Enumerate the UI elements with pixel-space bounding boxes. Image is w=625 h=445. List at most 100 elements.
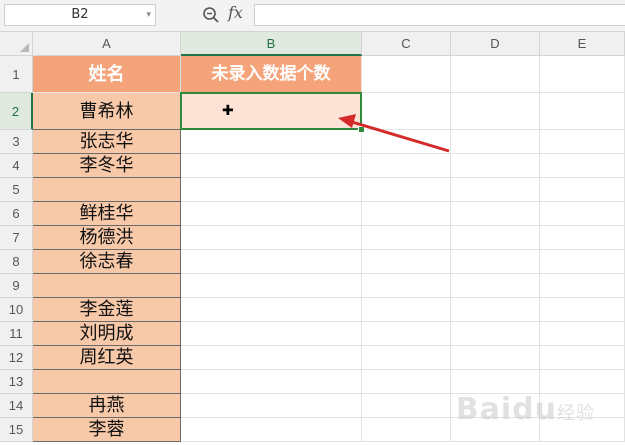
cell-d1[interactable] [451,56,540,93]
cell-a9[interactable] [33,274,181,298]
cell-c9[interactable] [362,274,451,298]
cell-a5[interactable] [33,178,181,202]
cell-d10[interactable] [451,298,540,322]
cell-a4[interactable]: 李冬华 [33,154,181,178]
cell-b10[interactable] [181,298,362,322]
cell-c14[interactable] [362,394,451,418]
cell-a12[interactable]: 周红英 [33,346,181,370]
cell-c10[interactable] [362,298,451,322]
row-header-11[interactable]: 11 [0,322,33,346]
cell-c6[interactable] [362,202,451,226]
row-header-2[interactable]: 2 [0,93,33,130]
cell-c15[interactable] [362,418,451,442]
cell-d8[interactable] [451,250,540,274]
cell-a7[interactable]: 杨德洪 [33,226,181,250]
cell-e10[interactable] [540,298,625,322]
cell-b4[interactable] [181,154,362,178]
row-header-12[interactable]: 12 [0,346,33,370]
row-header-3[interactable]: 3 [0,130,33,154]
row-header-4[interactable]: 4 [0,154,33,178]
column-header-a[interactable]: A [33,32,181,56]
cell-b13[interactable] [181,370,362,394]
row-header-9[interactable]: 9 [0,274,33,298]
cell-e12[interactable] [540,346,625,370]
watermark: Baidu经验 [455,392,595,427]
cell-a15[interactable]: 李蓉 [33,418,181,442]
row-header-13[interactable]: 13 [0,370,33,394]
cell-c1[interactable] [362,56,451,93]
cell-d2[interactable] [451,93,540,130]
cell-c11[interactable] [362,322,451,346]
row-header-10[interactable]: 10 [0,298,33,322]
cell-d7[interactable] [451,226,540,250]
cell-c5[interactable] [362,178,451,202]
cell-b6[interactable] [181,202,362,226]
cell-a11[interactable]: 刘明成 [33,322,181,346]
cell-c4[interactable] [362,154,451,178]
cell-d9[interactable] [451,274,540,298]
cell-b11[interactable] [181,322,362,346]
cell-c8[interactable] [362,250,451,274]
cell-d6[interactable] [451,202,540,226]
column-header-d[interactable]: D [451,32,540,56]
cell-e1[interactable] [540,56,625,93]
row-header-5[interactable]: 5 [0,178,33,202]
formula-input[interactable] [254,4,625,26]
select-all-corner[interactable] [0,32,33,56]
cell-a13[interactable] [33,370,181,394]
cell-e2[interactable] [540,93,625,130]
column-header-c[interactable]: C [362,32,451,56]
cell-a10[interactable]: 李金莲 [33,298,181,322]
cell-d11[interactable] [451,322,540,346]
cell-e6[interactable] [540,202,625,226]
cell-c7[interactable] [362,226,451,250]
cell-b2[interactable] [181,93,362,130]
cell-b7[interactable] [181,226,362,250]
cell-b5[interactable] [181,178,362,202]
name-box[interactable]: B2 ▾ [4,4,156,26]
cell-e11[interactable] [540,322,625,346]
spreadsheet-grid: A B C D E 1 姓名 未录入数据个数 2 曹希林 3 张志华 4 李冬华 5 6 鲜桂华 7 杨德洪 8 徐志春… [0,32,625,445]
cell-b8[interactable] [181,250,362,274]
cell-b3[interactable] [181,130,362,154]
cell-d12[interactable] [451,346,540,370]
cell-c2[interactable] [362,93,451,130]
cell-c3[interactable] [362,130,451,154]
cell-a6[interactable]: 鲜桂华 [33,202,181,226]
row-header-14[interactable]: 14 [0,394,33,418]
column-header-e[interactable]: E [540,32,625,56]
cell-a1[interactable]: 姓名 [33,56,181,93]
cell-e7[interactable] [540,226,625,250]
cell-d5[interactable] [451,178,540,202]
cell-b15[interactable] [181,418,362,442]
cell-c13[interactable] [362,370,451,394]
fill-handle[interactable] [358,126,365,133]
cell-e9[interactable] [540,274,625,298]
zoom-icon[interactable] [202,6,220,24]
cell-b9[interactable] [181,274,362,298]
cell-e5[interactable] [540,178,625,202]
cell-a14[interactable]: 冉燕 [33,394,181,418]
cell-d3[interactable] [451,130,540,154]
cell-b14[interactable] [181,394,362,418]
row-header-8[interactable]: 8 [0,250,33,274]
cell-d4[interactable] [451,154,540,178]
cell-a2[interactable]: 曹希林 [33,93,181,130]
cell-c12[interactable] [362,346,451,370]
cell-d13[interactable] [451,370,540,394]
cell-b1[interactable]: 未录入数据个数 [181,56,362,93]
cell-e4[interactable] [540,154,625,178]
cell-e3[interactable] [540,130,625,154]
cell-a3[interactable]: 张志华 [33,130,181,154]
cell-b12[interactable] [181,346,362,370]
column-header-b[interactable]: B [181,32,362,56]
row-header-6[interactable]: 6 [0,202,33,226]
row-header-15[interactable]: 15 [0,418,33,442]
cell-e8[interactable] [540,250,625,274]
cell-a8[interactable]: 徐志春 [33,250,181,274]
cell-e13[interactable] [540,370,625,394]
function-icon[interactable]: fx [228,3,243,22]
row-header-1[interactable]: 1 [0,56,33,93]
chevron-down-icon[interactable]: ▾ [146,5,151,25]
row-header-7[interactable]: 7 [0,226,33,250]
